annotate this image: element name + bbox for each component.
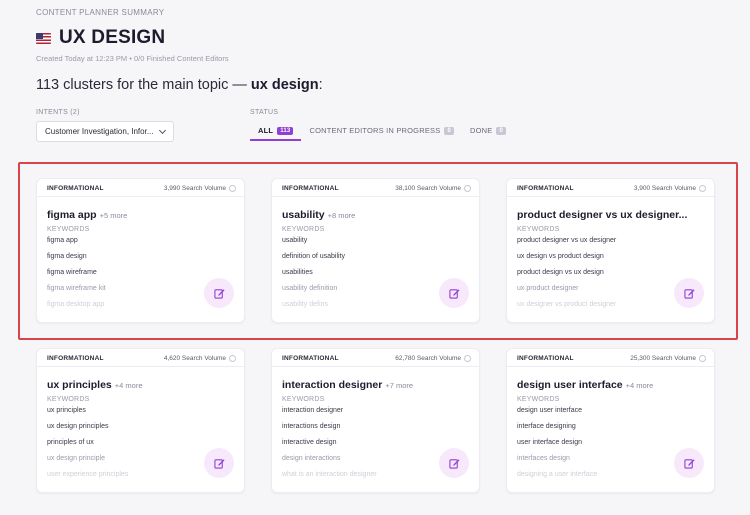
edit-button[interactable]	[674, 448, 704, 478]
cluster-title-text: interaction designer	[282, 379, 383, 391]
chevron-down-icon	[158, 126, 167, 134]
headline-prefix: 113 clusters for the main topic —	[36, 77, 247, 93]
search-volume-text: 4,620 Search Volume	[163, 354, 226, 362]
headline-topic: ux design	[250, 77, 319, 93]
edit-button[interactable]	[204, 448, 234, 478]
info-icon[interactable]	[229, 354, 236, 362]
tab-count-badge: 0	[496, 126, 507, 135]
intent-label: INFORMATIONAL	[517, 354, 574, 362]
intents-select[interactable]: Customer Investigation, Infor...	[36, 121, 174, 142]
search-volume: 4,620 Search Volume	[163, 354, 236, 362]
keyword-item: interactions design	[282, 423, 341, 430]
page-eyebrow: CONTENT PLANNER SUMMARY	[36, 8, 165, 17]
intent-label: INFORMATIONAL	[47, 354, 104, 362]
tab-in-progress[interactable]: CONTENT EDITORS IN PROGRESS 0	[301, 122, 462, 141]
cluster-title-text: design user interface	[517, 379, 623, 391]
edit-icon	[448, 458, 460, 469]
card-header: INFORMATIONAL 4,620 Search Volume	[37, 350, 244, 366]
cluster-title[interactable]: interaction designer +7 more	[282, 379, 479, 391]
cluster-card[interactable]: INFORMATIONAL 4,620 Search Volume ux pri…	[36, 348, 245, 493]
edit-icon	[213, 458, 225, 469]
keyword-item: ux design principles	[47, 423, 109, 430]
search-volume: 25,300 Search Volume	[630, 354, 706, 362]
page-meta: Created Today at 12:23 PM • 0/0 Finished…	[36, 54, 229, 63]
card-header: INFORMATIONAL 62,780 Search Volume	[272, 350, 479, 366]
keyword-item: ux principles	[47, 407, 86, 414]
status-tabs: ALL 113 CONTENT EDITORS IN PROGRESS 0 DO…	[250, 122, 514, 141]
search-volume-text: 25,300 Search Volume	[630, 354, 696, 362]
divider	[507, 366, 714, 367]
us-flag-icon	[36, 32, 51, 44]
edit-icon	[683, 458, 695, 469]
keywords-label: KEYWORDS	[282, 396, 325, 403]
edit-button[interactable]	[439, 448, 469, 478]
tab-done[interactable]: DONE 0	[462, 122, 514, 141]
search-volume: 62,780 Search Volume	[395, 354, 471, 362]
tab-label: ALL	[258, 126, 274, 135]
more-keywords-count: +4 more	[114, 381, 143, 390]
tab-label: DONE	[470, 126, 493, 135]
cluster-title[interactable]: ux principles +4 more	[47, 379, 244, 391]
divider	[37, 366, 244, 367]
headline-suffix: :	[318, 77, 323, 93]
cluster-title[interactable]: design user interface +4 more	[517, 379, 714, 391]
keyword-item: interface designing	[517, 423, 576, 430]
tab-count-badge: 113	[277, 126, 294, 135]
info-icon[interactable]	[464, 354, 471, 362]
cluster-card[interactable]: INFORMATIONAL 62,780 Search Volume inter…	[271, 348, 480, 493]
tab-label: CONTENT EDITORS IN PROGRESS	[309, 126, 441, 135]
cluster-card[interactable]: INFORMATIONAL 25,300 Search Volume desig…	[506, 348, 715, 493]
tab-all[interactable]: ALL 113	[250, 122, 302, 141]
cluster-title-text: ux principles	[47, 379, 112, 391]
highlight-box	[18, 162, 738, 340]
keyword-item: design user interface	[517, 407, 582, 414]
tab-count-badge: 0	[444, 126, 454, 135]
card-header: INFORMATIONAL 25,300 Search Volume	[507, 350, 714, 366]
status-label: STATUS	[250, 109, 279, 116]
intents-label: INTENTS (2)	[36, 109, 80, 116]
intent-label: INFORMATIONAL	[282, 354, 339, 362]
more-keywords-count: +4 more	[625, 381, 654, 390]
search-volume-text: 62,780 Search Volume	[395, 354, 461, 362]
title-row: UX DESIGN	[36, 27, 165, 49]
info-icon[interactable]	[699, 354, 706, 362]
page-title: UX DESIGN	[59, 27, 166, 48]
clusters-headline: 113 clusters for the main topic — ux des…	[36, 77, 323, 93]
keyword-item: interaction designer	[282, 407, 344, 414]
divider	[272, 366, 479, 367]
keywords-label: KEYWORDS	[517, 396, 560, 403]
keywords-label: KEYWORDS	[47, 396, 90, 403]
intents-select-value: Customer Investigation, Infor...	[45, 127, 154, 136]
more-keywords-count: +7 more	[385, 381, 414, 390]
